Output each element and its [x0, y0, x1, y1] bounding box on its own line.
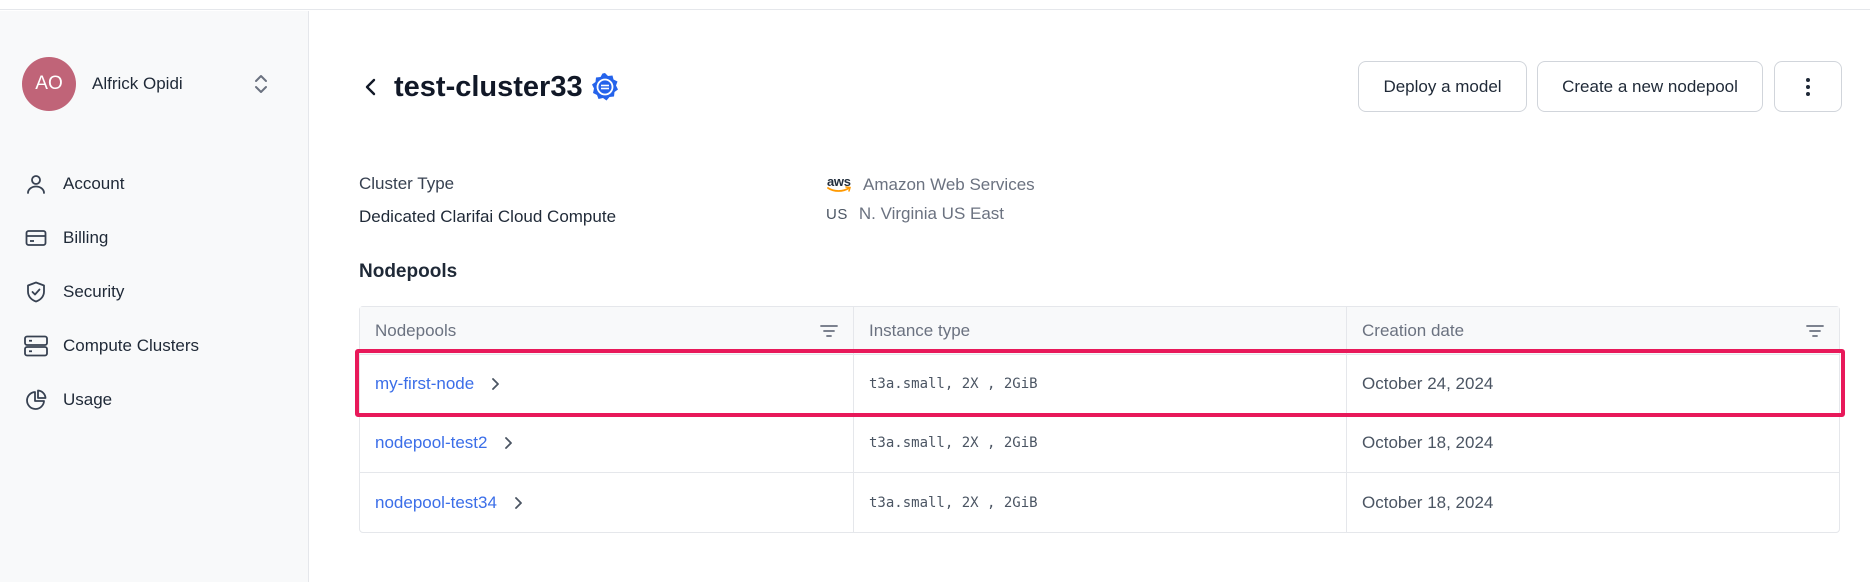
- verified-badge-icon: [590, 72, 620, 102]
- filter-icon[interactable]: [819, 322, 839, 340]
- nodepool-link[interactable]: my-first-node: [375, 374, 474, 394]
- cluster-type-label: Cluster Type: [359, 174, 455, 193]
- creation-date-cell: October 18, 2024: [1346, 473, 1839, 532]
- nodepools-table: Nodepools Instance type Creation date my…: [359, 306, 1840, 533]
- cloud-region: US N. Virginia US East: [826, 204, 1004, 224]
- nodepools-section-title: Nodepools: [359, 261, 458, 282]
- chevron-right-icon[interactable]: [501, 436, 515, 450]
- credit-card-icon: [22, 224, 50, 252]
- sidebar-item-label: Usage: [63, 390, 113, 409]
- table-row[interactable]: nodepool-test34 t3a.small, 2X , 2GiB Oct…: [360, 473, 1839, 532]
- instance-type-cell: t3a.small, 2X , 2GiB: [853, 414, 1346, 472]
- cloud-provider: aws Amazon Web Services: [826, 174, 1035, 196]
- sidebar-item-security[interactable]: Security: [22, 265, 292, 319]
- instance-type-cell: t3a.small, 2X , 2GiB: [853, 355, 1346, 413]
- deploy-model-button[interactable]: Deploy a model: [1358, 61, 1527, 112]
- sidebar-item-account[interactable]: Account: [22, 157, 292, 211]
- chevron-up-down-icon[interactable]: [251, 72, 271, 96]
- user-icon: [22, 170, 50, 198]
- sidebar: AO Alfrick Opidi Account Billing Securit…: [0, 11, 309, 582]
- pie-chart-icon: [22, 386, 50, 414]
- sidebar-item-label: Account: [63, 174, 125, 193]
- chevron-right-icon[interactable]: [488, 377, 502, 391]
- aws-logo-icon: aws: [827, 174, 851, 192]
- column-header-creation-date: Creation date: [1346, 307, 1839, 354]
- sidebar-item-usage[interactable]: Usage: [22, 373, 292, 427]
- table-row[interactable]: nodepool-test2 t3a.small, 2X , 2GiB Octo…: [360, 414, 1839, 473]
- table-row[interactable]: my-first-node t3a.small, 2X , 2GiB Octob…: [360, 355, 1839, 414]
- creation-date-cell: October 24, 2024: [1346, 355, 1839, 413]
- creation-date-cell: October 18, 2024: [1346, 414, 1839, 472]
- user-switcher[interactable]: AO Alfrick Opidi: [22, 56, 282, 112]
- more-options-button[interactable]: [1774, 61, 1842, 112]
- cluster-type-value: Dedicated Clarifai Cloud Compute: [359, 207, 617, 226]
- more-vertical-icon: [1806, 77, 1810, 96]
- user-name: Alfrick Opidi: [92, 74, 183, 93]
- sidebar-item-label: Security: [63, 282, 125, 301]
- provider-name: Amazon Web Services: [863, 175, 1035, 194]
- sidebar-nav: Account Billing Security Compute Cluster…: [22, 157, 292, 427]
- filter-icon[interactable]: [1805, 322, 1825, 340]
- page-title: test-cluster33: [394, 71, 583, 103]
- region-name: N. Virginia US East: [858, 204, 1005, 223]
- nodepool-link[interactable]: nodepool-test2: [375, 433, 487, 453]
- region-code: US: [826, 205, 848, 223]
- top-bar: [0, 0, 1870, 10]
- column-header-nodepools: Nodepools: [360, 307, 853, 354]
- chevron-left-icon: [365, 78, 376, 96]
- sidebar-item-label: Compute Clusters: [63, 336, 200, 355]
- column-header-instance-type: Instance type: [853, 307, 1346, 354]
- chevron-right-icon[interactable]: [511, 496, 525, 510]
- server-icon: [22, 332, 50, 360]
- avatar: AO: [22, 57, 76, 111]
- instance-type-cell: t3a.small, 2X , 2GiB: [853, 473, 1346, 532]
- sidebar-item-label: Billing: [63, 228, 109, 247]
- table-header: Nodepools Instance type Creation date: [360, 307, 1839, 355]
- sidebar-item-compute-clusters[interactable]: Compute Clusters: [22, 319, 292, 373]
- create-nodepool-button[interactable]: Create a new nodepool: [1537, 61, 1763, 112]
- back-button[interactable]: [360, 73, 382, 101]
- nodepool-link[interactable]: nodepool-test34: [375, 493, 497, 513]
- sidebar-item-billing[interactable]: Billing: [22, 211, 292, 265]
- shield-icon: [22, 278, 50, 306]
